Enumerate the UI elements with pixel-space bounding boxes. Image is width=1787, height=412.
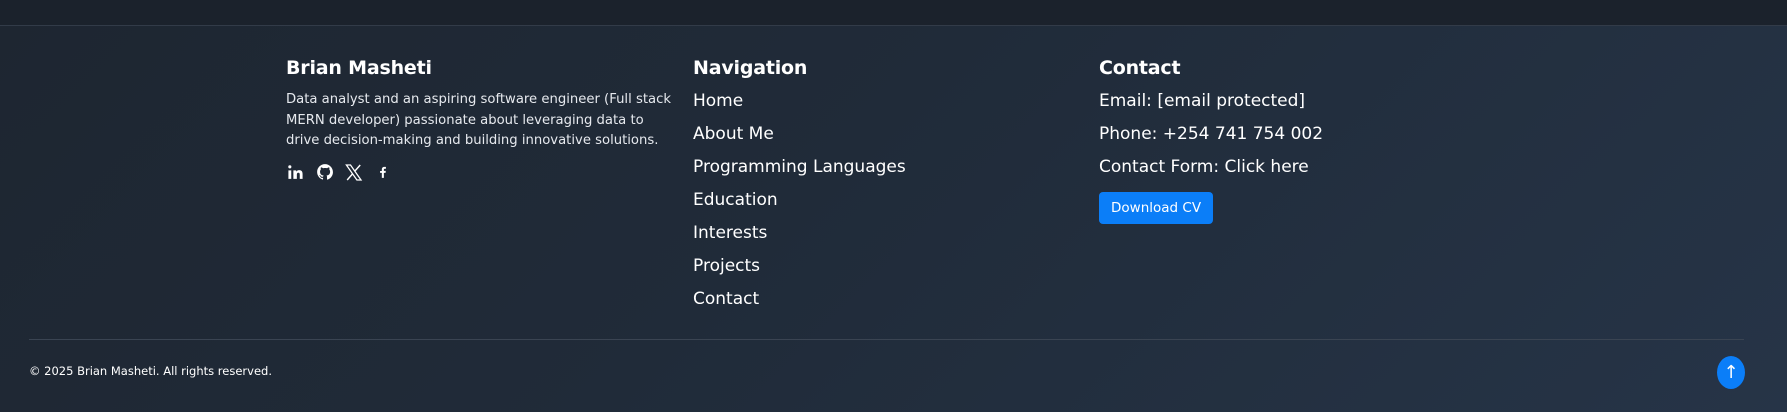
nav-link-programming-languages[interactable]: Programming Languages [693, 156, 1053, 189]
nav-link-about-me[interactable]: About Me [693, 123, 1053, 156]
contact-column: Contact Email: [email protected] Phone: … [1099, 56, 1499, 224]
email-link[interactable]: [email protected] [1157, 91, 1305, 111]
contact-email: Email: [email protected] [1099, 90, 1499, 123]
navigation-column: Navigation Home About Me Programming Lan… [693, 56, 1053, 321]
download-cv-button[interactable]: Download CV [1099, 192, 1214, 224]
back-to-top-button[interactable]: ↑ [1717, 356, 1745, 389]
github-icon[interactable] [315, 163, 334, 182]
navigation-heading: Navigation [693, 57, 808, 79]
site-footer: Brian Masheti Data analyst and an aspiri… [0, 26, 1787, 412]
nav-link-home[interactable]: Home [693, 90, 1053, 123]
top-bar [0, 0, 1787, 26]
facebook-icon[interactable] [373, 163, 392, 182]
nav-link-projects[interactable]: Projects [693, 255, 1053, 288]
email-label: Email: [1099, 91, 1152, 111]
contact-heading: Contact [1099, 57, 1181, 79]
contact-phone: Phone: +254 741 754 002 [1099, 123, 1499, 156]
copyright-text: © 2025 Brian Masheti. All rights reserve… [29, 364, 272, 378]
footer-divider [29, 339, 1744, 340]
contact-form-link[interactable]: Click here [1225, 157, 1309, 177]
nav-link-contact[interactable]: Contact [693, 288, 1053, 321]
nav-link-education[interactable]: Education [693, 189, 1053, 222]
contact-form-label: Contact Form: [1099, 157, 1220, 177]
about-column: Brian Masheti Data analyst and an aspiri… [286, 56, 671, 182]
arrow-up-icon: ↑ [1723, 362, 1739, 383]
phone-label: Phone: [1099, 124, 1158, 144]
social-links [286, 163, 671, 182]
linkedin-icon[interactable] [286, 163, 305, 182]
x-icon[interactable] [344, 163, 363, 182]
phone-link[interactable]: +254 741 754 002 [1163, 124, 1323, 144]
contact-form: Contact Form: Click here [1099, 156, 1499, 189]
nav-link-interests[interactable]: Interests [693, 222, 1053, 255]
navigation-list: Home About Me Programming Languages Educ… [693, 90, 1053, 321]
footer-name-heading: Brian Masheti [286, 57, 432, 79]
about-description: Data analyst and an aspiring software en… [286, 92, 671, 148]
